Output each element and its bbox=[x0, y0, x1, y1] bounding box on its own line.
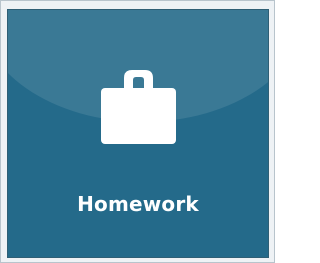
tile-label: Homework bbox=[77, 192, 199, 216]
tile-frame: Homework bbox=[0, 0, 275, 263]
briefcase-icon bbox=[98, 64, 179, 146]
homework-tile[interactable]: Homework bbox=[7, 9, 269, 258]
